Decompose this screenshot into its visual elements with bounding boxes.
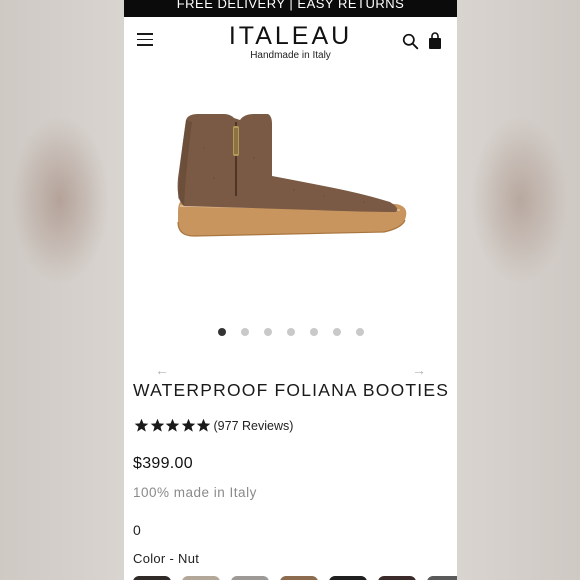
star-icon [150,418,164,432]
next-arrow[interactable]: → [412,362,426,378]
color-swatches [133,576,457,580]
phone-screen: FREE DELIVERY | EASY RETURNS ITALEAU Han… [124,0,457,580]
color-swatch-1[interactable] [133,576,171,580]
origin-note: 100% made in Italy [133,485,257,500]
color-swatch-4[interactable] [280,576,318,580]
gallery-dot-4[interactable] [286,328,295,336]
site-header: ITALEAU Handmade in Italy [124,17,457,67]
rating-stars [134,418,212,433]
gallery-dots [124,328,457,336]
color-label: Color - Nut [133,551,200,566]
gallery-dot-5[interactable] [309,328,318,336]
gallery-dot-2[interactable] [240,328,249,336]
promo-text: FREE DELIVERY | EASY RETURNS [176,0,405,11]
star-icon [181,418,195,432]
product-title: WATERPROOF FOLIANA BOOTIES [133,380,450,400]
star-icon [134,418,149,432]
gallery-dot-1[interactable] [217,328,226,336]
shopping-bag-icon[interactable] [428,32,442,50]
brand-tagline: Handmade in Italy [250,50,331,61]
color-swatch-2[interactable] [182,576,220,580]
color-swatch-5[interactable] [329,576,367,580]
review-count[interactable]: (977 Reviews) [214,419,294,433]
product-rating[interactable]: (977 Reviews) [134,418,293,433]
quantity-value[interactable]: 0 [133,522,141,538]
color-swatch-3[interactable] [231,576,269,580]
prev-arrow[interactable]: ← [155,362,169,378]
search-icon[interactable] [402,33,419,50]
product-image[interactable] [164,108,414,248]
product-price: $399.00 [133,455,193,472]
gallery-dot-6[interactable] [332,328,341,336]
star-icon [196,418,211,432]
promo-bar: FREE DELIVERY | EASY RETURNS [124,0,457,17]
gallery-dot-7[interactable] [355,328,364,336]
gallery-dot-3[interactable] [263,328,272,336]
star-icon [165,418,180,432]
color-swatch-7[interactable] [427,576,457,580]
color-swatch-6[interactable] [378,576,416,580]
